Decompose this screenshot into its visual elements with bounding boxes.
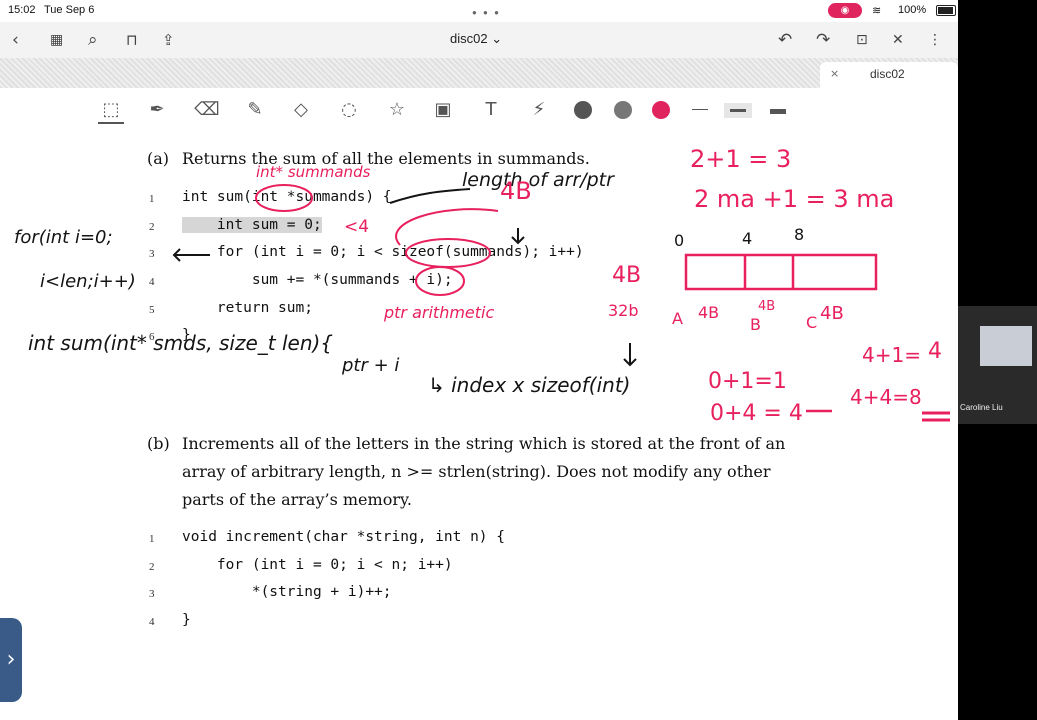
search-icon[interactable]: ⌕ xyxy=(88,30,98,50)
status-time: 15:02 xyxy=(8,4,36,16)
sidebar-expand-handle[interactable]: › xyxy=(0,618,22,702)
read-mode-icon[interactable]: ⬚ xyxy=(98,98,124,124)
toolbar: ⬚ ✒ ⌫ ✎ ◇ ◌ ☆ ▣ T ⚡ xyxy=(0,88,958,133)
ink-note: 4+1= xyxy=(862,343,921,367)
battery-percent: 100% xyxy=(898,4,927,16)
ink-note: length of arr/ptr xyxy=(462,169,614,191)
sticker-icon[interactable]: ☆ xyxy=(384,98,410,122)
stroke-medium[interactable] xyxy=(724,103,752,118)
battery-icon xyxy=(936,5,956,16)
ink-note: 4B xyxy=(698,303,720,322)
ink-note: B xyxy=(750,315,761,334)
down-arrow xyxy=(511,228,525,245)
bookmark-icon[interactable]: ⊓ xyxy=(126,30,138,50)
ink-note: 32b xyxy=(608,301,639,320)
recording-indicator-icon: ◉ xyxy=(828,3,862,18)
nav-bar: ‹ ▦ ⌕ ⊓ ⇪ disc02 ⌄ ↶ ↷ ⊡ ✕ ⋮ xyxy=(0,22,958,58)
tab-disc02[interactable]: × disc02 xyxy=(820,62,958,88)
ink-note: A xyxy=(672,309,683,328)
ink-note: ↳ index x sizeof(int) xyxy=(428,373,631,397)
ink-note: 0+1=1 xyxy=(708,369,787,394)
text-icon[interactable]: T xyxy=(478,98,504,122)
share-icon[interactable]: ⇪ xyxy=(162,30,175,50)
ink-note: C xyxy=(806,313,818,332)
document-page[interactable]: (a) Returns the sum of all the elements … xyxy=(0,133,958,720)
ink-note: for(int i=0; xyxy=(14,227,113,248)
more-icon[interactable]: ⋮ xyxy=(928,30,942,50)
ink-note: 4+4=8 xyxy=(850,385,922,409)
stroke-thick[interactable] xyxy=(770,109,786,114)
ink-note: ptr arithmetic xyxy=(384,303,495,322)
tab-row: × disc02 xyxy=(0,58,958,88)
back-icon[interactable]: ‹ xyxy=(12,30,19,50)
laser-pointer-icon[interactable]: ⚡ xyxy=(526,98,552,122)
undo-icon[interactable]: ↶ xyxy=(778,30,792,50)
ink-note: 2 ma +1 = 3 ma xyxy=(694,185,895,213)
circle-int-ptr xyxy=(255,184,313,212)
grid-view-icon[interactable]: ▦ xyxy=(50,30,63,50)
ipad-screen: 15:02 Tue Sep 6 ● ● ● ◉ ≋ 100% ‹ ▦ ⌕ ⊓ ⇪… xyxy=(0,0,958,720)
color-gray[interactable] xyxy=(614,101,632,119)
down-arrow-2 xyxy=(623,343,637,367)
ink-note: 4B xyxy=(820,303,844,324)
ink-note: ptr + i xyxy=(342,355,400,376)
handwriting-strokes xyxy=(172,184,950,422)
ink-note: int* summands xyxy=(256,163,371,181)
left-arrow xyxy=(172,248,210,262)
status-bar: 15:02 Tue Sep 6 ● ● ● ◉ ≋ 100% xyxy=(0,0,958,22)
participant-name: Caroline Liu xyxy=(960,403,1003,412)
eraser-icon[interactable]: ⌫ xyxy=(194,98,220,122)
ink-note: i<len;i++) xyxy=(40,271,136,292)
ink-note: 0 xyxy=(674,231,685,250)
highlighter-icon[interactable]: ✎ xyxy=(242,98,268,122)
image-icon[interactable]: ▣ xyxy=(430,98,456,122)
stroke-thin[interactable] xyxy=(692,109,708,110)
status-date: Tue Sep 6 xyxy=(44,4,95,16)
page-add-icon[interactable]: ⊡ xyxy=(856,30,868,50)
ink-note: 4B xyxy=(612,263,642,288)
ink-note: 4B xyxy=(500,177,532,205)
arrow-length xyxy=(389,188,471,204)
circle-i xyxy=(415,266,465,296)
tab-close-icon[interactable]: × xyxy=(830,67,839,80)
circle-sizeof xyxy=(405,238,491,268)
color-dark-gray[interactable] xyxy=(574,101,592,119)
multitask-dots-icon[interactable]: ● ● ● xyxy=(472,8,501,17)
video-pip[interactable]: Caroline Liu xyxy=(958,306,1037,424)
close-pen-icon[interactable]: ✕ xyxy=(892,30,904,50)
shapes-icon[interactable]: ◇ xyxy=(288,98,314,122)
ink-note: int sum(int* smds, size_t len){ xyxy=(28,331,334,355)
ink-note: 4 xyxy=(742,229,753,248)
video-frame xyxy=(980,326,1032,366)
ink-note: 0+4 = 4 xyxy=(710,401,803,426)
ink-note: 2+1 = 3 xyxy=(690,145,792,173)
ink-note: <4 xyxy=(344,217,370,237)
wifi-icon: ≋ xyxy=(872,5,882,17)
ink-note: 8 xyxy=(794,225,805,244)
tab-label: disc02 xyxy=(870,67,905,81)
redo-icon[interactable]: ↷ xyxy=(816,30,830,50)
color-pink[interactable] xyxy=(652,101,670,119)
ink-note: 4 xyxy=(928,339,942,364)
document-title[interactable]: disc02 ⌄ xyxy=(450,31,502,47)
lasso-icon[interactable]: ◌ xyxy=(336,98,362,122)
ink-note: 4B xyxy=(758,299,776,314)
pen-icon[interactable]: ✒ xyxy=(144,98,170,122)
memory-array xyxy=(684,253,878,291)
